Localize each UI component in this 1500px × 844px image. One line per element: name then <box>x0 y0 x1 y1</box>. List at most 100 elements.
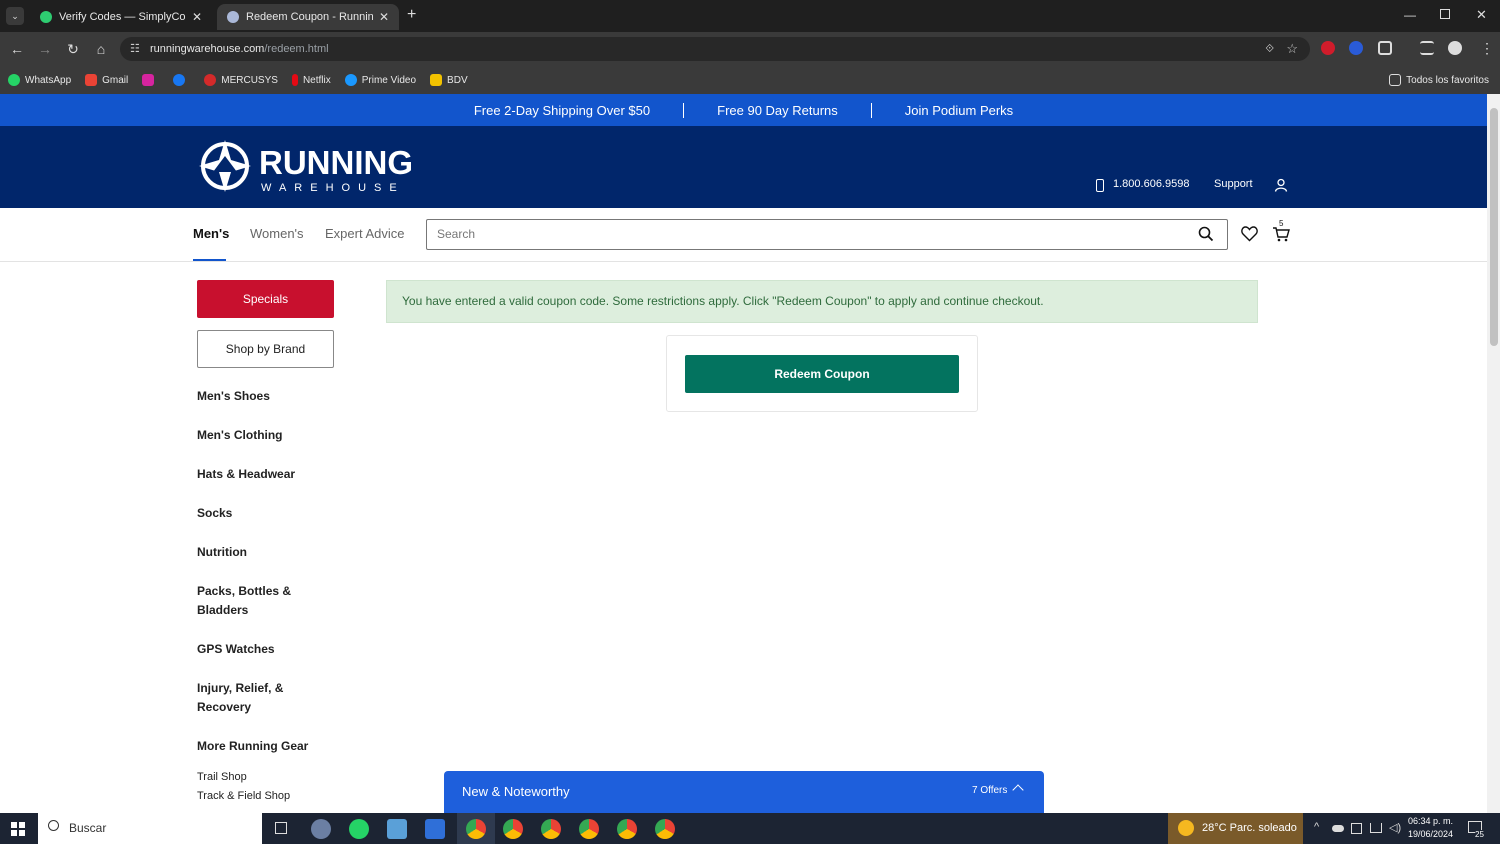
tab-expert-advice[interactable]: Expert Advice <box>325 226 405 241</box>
shop-by-brand-button[interactable]: Shop by Brand <box>197 330 334 368</box>
onedrive-icon[interactable] <box>1332 825 1344 832</box>
phone-number[interactable]: 1.800.606.9598 <box>1113 178 1189 190</box>
close-tab-icon[interactable]: ✕ <box>192 10 202 24</box>
specials-button[interactable]: Specials <box>197 280 334 318</box>
cart-icon[interactable] <box>1272 226 1290 242</box>
taskbar-chrome-icon[interactable] <box>541 819 561 839</box>
promo-free-returns[interactable]: Free 90 Day Returns <box>683 102 871 118</box>
extension-red-icon[interactable] <box>1321 41 1335 55</box>
browser-menu-icon[interactable]: ⋮ <box>1480 40 1494 57</box>
taskbar-chrome-icon[interactable] <box>655 819 675 839</box>
bookmarks-bar: WhatsApp Gmail MERCUSYS Netflix Prime Vi… <box>0 66 1500 94</box>
sidebar-item-mens-shoes[interactable]: Men's Shoes <box>197 387 270 406</box>
forward-icon[interactable]: → <box>36 40 54 58</box>
extension-shield-icon[interactable] <box>1349 41 1363 55</box>
bookmark-star-icon[interactable]: ☆ <box>1286 37 1298 61</box>
tab-mens[interactable]: Men's <box>193 226 229 241</box>
profile-avatar-icon[interactable] <box>1448 41 1462 55</box>
promo-podium-perks[interactable]: Join Podium Perks <box>870 102 1046 118</box>
bookmark-mercusys[interactable]: MERCUSYS <box>204 74 278 86</box>
taskbar-chrome-icon[interactable] <box>503 819 523 839</box>
sidebar-item-injury-relief[interactable]: Injury, Relief, & Recovery <box>197 679 297 717</box>
minimize-icon[interactable]: — <box>1404 8 1416 22</box>
site-logo[interactable]: RUNNING WAREHOUSE <box>197 138 413 196</box>
home-icon[interactable]: ⌂ <box>92 40 110 58</box>
translate-icon[interactable]: ⟐ <box>1265 37 1274 61</box>
back-icon[interactable]: ← <box>8 40 26 58</box>
new-tab-button[interactable]: + <box>407 6 416 24</box>
taskbar-chrome-icon[interactable] <box>466 819 486 839</box>
sidebar-item-packs-bottles[interactable]: Packs, Bottles & Bladders <box>197 582 307 620</box>
sidebar-subitem-track-field[interactable]: Track & Field Shop <box>197 790 290 802</box>
noteworthy-title: New & Noteworthy <box>462 784 570 799</box>
bookmark-prime-video[interactable]: Prime Video <box>344 74 416 86</box>
address-bar[interactable]: ☷ runningwarehouse.com/redeem.html ⟐ ☆ <box>120 37 1310 61</box>
redeem-coupon-button[interactable]: Redeem Coupon <box>685 355 959 393</box>
category-nav: Men's Women's Expert Advice Search 5 <box>0 208 1487 262</box>
active-tab-underline <box>193 259 226 261</box>
taskbar-chrome-icon[interactable] <box>617 819 637 839</box>
search-input[interactable]: Search <box>426 219 1228 250</box>
site-header: RUNNING WAREHOUSE 1.800.606.9598 Support <box>0 126 1487 208</box>
tab-redeem-coupon[interactable]: Redeem Coupon - Running Wa ✕ <box>217 4 399 30</box>
extensions-puzzle-icon[interactable] <box>1378 41 1392 55</box>
taskbar-search[interactable]: Buscar <box>38 813 262 844</box>
clock-date[interactable]: 19/06/2024 <box>1408 829 1453 839</box>
phone-icon <box>1096 179 1104 192</box>
all-bookmarks-folder[interactable]: Todos los favoritos <box>1389 74 1489 86</box>
bookmark-gmail[interactable]: Gmail <box>85 74 128 86</box>
prime-video-icon <box>344 74 357 86</box>
promo-free-shipping[interactable]: Free 2-Day Shipping Over $50 <box>441 103 683 118</box>
reload-icon[interactable]: ↻ <box>64 40 82 58</box>
volume-icon[interactable]: ◁) <box>1389 821 1401 834</box>
brand-subname: WAREHOUSE <box>261 182 405 194</box>
media-control-icon[interactable] <box>1420 41 1434 55</box>
windows-start-icon[interactable] <box>11 822 25 836</box>
notifications-count: 25 <box>1475 830 1484 839</box>
bookmark-whatsapp[interactable]: WhatsApp <box>8 74 71 86</box>
new-noteworthy-drawer[interactable]: New & Noteworthy 7 Offers <box>444 771 1044 813</box>
bookmark-netflix[interactable]: Netflix <box>291 74 331 86</box>
sidebar-item-mens-clothing[interactable]: Men's Clothing <box>197 426 283 445</box>
sidebar-item-more-running-gear[interactable]: More Running Gear <box>197 737 308 756</box>
taskbar-whatsapp-icon[interactable] <box>349 819 369 839</box>
mercusys-icon <box>204 74 217 86</box>
running-warehouse-favicon-icon <box>227 11 239 23</box>
bookmark-bdv[interactable]: BDV <box>430 74 468 86</box>
weather-widget[interactable]: 28°C Parc. soleado <box>1168 813 1303 844</box>
bookmark-instagram[interactable] <box>142 74 159 86</box>
tray-app-icon[interactable] <box>1351 823 1362 834</box>
task-view-icon[interactable] <box>275 822 287 834</box>
taskbar-app-icon[interactable] <box>387 819 407 839</box>
sidebar-item-hats-headwear[interactable]: Hats & Headwear <box>197 465 295 484</box>
tab-verify-codes[interactable]: Verify Codes — SimplyCodes ✕ <box>30 4 212 30</box>
account-icon[interactable] <box>1274 178 1288 192</box>
restore-icon[interactable] <box>1440 9 1450 19</box>
tab-womens[interactable]: Women's <box>250 226 304 241</box>
support-link[interactable]: Support <box>1214 178 1253 190</box>
clock-time[interactable]: 06:34 p. m. <box>1408 816 1453 826</box>
network-icon[interactable] <box>1370 823 1382 833</box>
chevron-up-icon[interactable] <box>1012 784 1024 796</box>
close-tab-icon[interactable]: ✕ <box>379 10 389 24</box>
scrollbar-thumb[interactable] <box>1490 108 1498 346</box>
taskbar-store-icon[interactable] <box>425 819 445 839</box>
sidebar-item-nutrition[interactable]: Nutrition <box>197 543 247 562</box>
close-window-icon[interactable]: ✕ <box>1476 7 1487 23</box>
sidebar-item-socks[interactable]: Socks <box>197 504 232 523</box>
tab-list-dropdown[interactable]: ⌄ <box>6 7 24 25</box>
bookmark-facebook[interactable] <box>173 74 190 86</box>
bdv-icon <box>430 74 443 86</box>
wishlist-heart-icon[interactable] <box>1241 226 1258 242</box>
redeem-coupon-panel: Redeem Coupon <box>666 335 978 412</box>
url-host: runningwarehouse.com <box>150 43 265 55</box>
tray-chevron-up-icon[interactable]: ^ <box>1314 821 1319 833</box>
url-path: /redeem.html <box>264 43 329 55</box>
sidebar-subitem-trail-shop[interactable]: Trail Shop <box>197 771 247 783</box>
sidebar-item-gps-watches[interactable]: GPS Watches <box>197 640 275 659</box>
taskbar-chrome-icon[interactable] <box>579 819 599 839</box>
search-icon[interactable] <box>1198 226 1214 242</box>
site-info-icon[interactable]: ☷ <box>130 37 140 61</box>
search-icon <box>48 820 59 831</box>
taskbar-app-icon[interactable] <box>311 819 331 839</box>
